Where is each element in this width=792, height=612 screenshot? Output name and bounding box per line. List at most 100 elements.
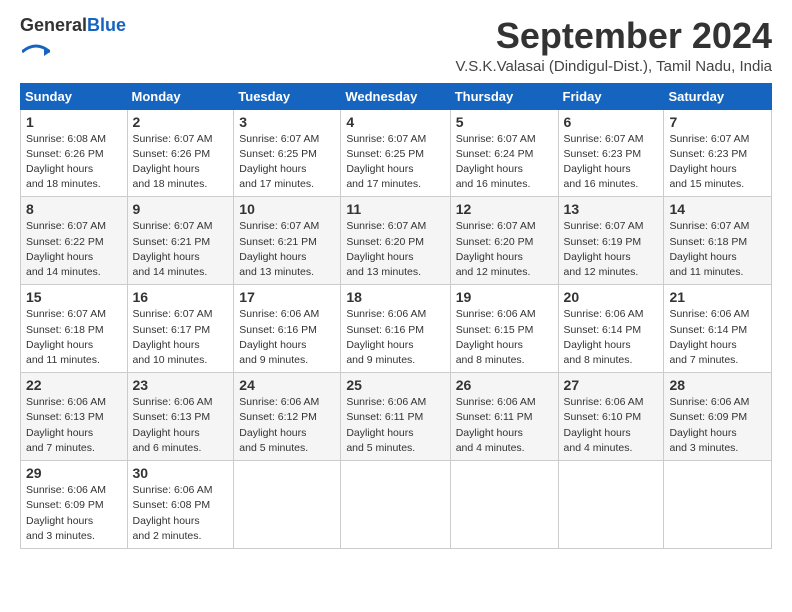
day-cell: 14 Sunrise: 6:07 AM Sunset: 6:18 PM Dayl… [664, 197, 772, 285]
day-cell: 10 Sunrise: 6:07 AM Sunset: 6:21 PM Dayl… [234, 197, 341, 285]
empty-cell [450, 461, 558, 549]
day-info: Sunrise: 6:07 AM Sunset: 6:19 PM Dayligh… [564, 219, 659, 280]
day-number: 28 [669, 377, 766, 393]
day-number: 29 [26, 465, 122, 481]
day-number: 12 [456, 201, 553, 217]
day-cell: 9 Sunrise: 6:07 AM Sunset: 6:21 PM Dayli… [127, 197, 234, 285]
day-cell: 24 Sunrise: 6:06 AM Sunset: 6:12 PM Dayl… [234, 373, 341, 461]
logo-general-text: General [20, 15, 87, 35]
day-info: Sunrise: 6:07 AM Sunset: 6:20 PM Dayligh… [346, 219, 444, 280]
day-cell: 12 Sunrise: 6:07 AM Sunset: 6:20 PM Dayl… [450, 197, 558, 285]
header-saturday: Saturday [664, 83, 772, 109]
day-cell: 5 Sunrise: 6:07 AM Sunset: 6:24 PM Dayli… [450, 109, 558, 197]
day-cell: 27 Sunrise: 6:06 AM Sunset: 6:10 PM Dayl… [558, 373, 664, 461]
day-info: Sunrise: 6:07 AM Sunset: 6:23 PM Dayligh… [564, 132, 659, 193]
day-cell: 21 Sunrise: 6:06 AM Sunset: 6:14 PM Dayl… [664, 285, 772, 373]
day-info: Sunrise: 6:07 AM Sunset: 6:20 PM Dayligh… [456, 219, 553, 280]
empty-cell [341, 461, 450, 549]
day-info: Sunrise: 6:06 AM Sunset: 6:15 PM Dayligh… [456, 307, 553, 368]
day-info: Sunrise: 6:07 AM Sunset: 6:23 PM Dayligh… [669, 132, 766, 193]
day-info: Sunrise: 6:06 AM Sunset: 6:09 PM Dayligh… [26, 483, 122, 544]
day-cell: 2 Sunrise: 6:07 AM Sunset: 6:26 PM Dayli… [127, 109, 234, 197]
day-info: Sunrise: 6:06 AM Sunset: 6:09 PM Dayligh… [669, 395, 766, 456]
day-number: 5 [456, 114, 553, 130]
day-info: Sunrise: 6:07 AM Sunset: 6:17 PM Dayligh… [133, 307, 229, 368]
day-number: 18 [346, 289, 444, 305]
title-block: September 2024 V.S.K.Valasai (Dindigul-D… [455, 16, 772, 75]
day-cell: 30 Sunrise: 6:06 AM Sunset: 6:08 PM Dayl… [127, 461, 234, 549]
day-info: Sunrise: 6:07 AM Sunset: 6:26 PM Dayligh… [133, 132, 229, 193]
day-cell: 23 Sunrise: 6:06 AM Sunset: 6:13 PM Dayl… [127, 373, 234, 461]
day-number: 13 [564, 201, 659, 217]
day-number: 11 [346, 201, 444, 217]
logo-blue-text: Blue [87, 15, 126, 35]
day-number: 26 [456, 377, 553, 393]
calendar-week-3: 15 Sunrise: 6:07 AM Sunset: 6:18 PM Dayl… [21, 285, 772, 373]
day-cell: 6 Sunrise: 6:07 AM Sunset: 6:23 PM Dayli… [558, 109, 664, 197]
day-number: 21 [669, 289, 766, 305]
day-number: 16 [133, 289, 229, 305]
day-info: Sunrise: 6:08 AM Sunset: 6:26 PM Dayligh… [26, 132, 122, 193]
day-cell: 22 Sunrise: 6:06 AM Sunset: 6:13 PM Dayl… [21, 373, 128, 461]
day-info: Sunrise: 6:06 AM Sunset: 6:16 PM Dayligh… [346, 307, 444, 368]
header: GeneralBlue September 2024 V.S.K.Valasai… [20, 16, 772, 75]
day-info: Sunrise: 6:06 AM Sunset: 6:10 PM Dayligh… [564, 395, 659, 456]
day-number: 3 [239, 114, 335, 130]
day-cell: 26 Sunrise: 6:06 AM Sunset: 6:11 PM Dayl… [450, 373, 558, 461]
header-friday: Friday [558, 83, 664, 109]
day-cell: 18 Sunrise: 6:06 AM Sunset: 6:16 PM Dayl… [341, 285, 450, 373]
day-number: 8 [26, 201, 122, 217]
calendar-week-5: 29 Sunrise: 6:06 AM Sunset: 6:09 PM Dayl… [21, 461, 772, 549]
day-number: 7 [669, 114, 766, 130]
empty-cell [664, 461, 772, 549]
day-info: Sunrise: 6:07 AM Sunset: 6:18 PM Dayligh… [669, 219, 766, 280]
day-info: Sunrise: 6:07 AM Sunset: 6:21 PM Dayligh… [239, 219, 335, 280]
header-wednesday: Wednesday [341, 83, 450, 109]
day-number: 9 [133, 201, 229, 217]
day-cell: 25 Sunrise: 6:06 AM Sunset: 6:11 PM Dayl… [341, 373, 450, 461]
main-title: September 2024 [455, 16, 772, 56]
day-number: 25 [346, 377, 444, 393]
subtitle: V.S.K.Valasai (Dindigul-Dist.), Tamil Na… [455, 58, 772, 75]
calendar-week-1: 1 Sunrise: 6:08 AM Sunset: 6:26 PM Dayli… [21, 109, 772, 197]
day-info: Sunrise: 6:06 AM Sunset: 6:14 PM Dayligh… [669, 307, 766, 368]
day-cell: 8 Sunrise: 6:07 AM Sunset: 6:22 PM Dayli… [21, 197, 128, 285]
day-info: Sunrise: 6:06 AM Sunset: 6:08 PM Dayligh… [133, 483, 229, 544]
day-cell: 29 Sunrise: 6:06 AM Sunset: 6:09 PM Dayl… [21, 461, 128, 549]
header-thursday: Thursday [450, 83, 558, 109]
day-info: Sunrise: 6:06 AM Sunset: 6:13 PM Dayligh… [133, 395, 229, 456]
day-number: 15 [26, 289, 122, 305]
day-cell: 15 Sunrise: 6:07 AM Sunset: 6:18 PM Dayl… [21, 285, 128, 373]
day-cell: 19 Sunrise: 6:06 AM Sunset: 6:15 PM Dayl… [450, 285, 558, 373]
day-number: 20 [564, 289, 659, 305]
day-info: Sunrise: 6:07 AM Sunset: 6:21 PM Dayligh… [133, 219, 229, 280]
day-number: 17 [239, 289, 335, 305]
empty-cell [558, 461, 664, 549]
day-number: 14 [669, 201, 766, 217]
calendar-week-4: 22 Sunrise: 6:06 AM Sunset: 6:13 PM Dayl… [21, 373, 772, 461]
day-number: 4 [346, 114, 444, 130]
day-info: Sunrise: 6:06 AM Sunset: 6:14 PM Dayligh… [564, 307, 659, 368]
day-number: 6 [564, 114, 659, 130]
header-monday: Monday [127, 83, 234, 109]
day-number: 2 [133, 114, 229, 130]
day-number: 19 [456, 289, 553, 305]
day-number: 30 [133, 465, 229, 481]
logo: GeneralBlue [20, 16, 126, 71]
day-info: Sunrise: 6:07 AM Sunset: 6:18 PM Dayligh… [26, 307, 122, 368]
day-info: Sunrise: 6:07 AM Sunset: 6:22 PM Dayligh… [26, 219, 122, 280]
day-cell: 20 Sunrise: 6:06 AM Sunset: 6:14 PM Dayl… [558, 285, 664, 373]
day-cell: 4 Sunrise: 6:07 AM Sunset: 6:25 PM Dayli… [341, 109, 450, 197]
day-cell: 13 Sunrise: 6:07 AM Sunset: 6:19 PM Dayl… [558, 197, 664, 285]
day-info: Sunrise: 6:06 AM Sunset: 6:11 PM Dayligh… [346, 395, 444, 456]
day-cell: 11 Sunrise: 6:07 AM Sunset: 6:20 PM Dayl… [341, 197, 450, 285]
day-cell: 7 Sunrise: 6:07 AM Sunset: 6:23 PM Dayli… [664, 109, 772, 197]
day-number: 10 [239, 201, 335, 217]
day-info: Sunrise: 6:07 AM Sunset: 6:25 PM Dayligh… [346, 132, 444, 193]
calendar-week-2: 8 Sunrise: 6:07 AM Sunset: 6:22 PM Dayli… [21, 197, 772, 285]
day-info: Sunrise: 6:06 AM Sunset: 6:16 PM Dayligh… [239, 307, 335, 368]
day-number: 22 [26, 377, 122, 393]
empty-cell [234, 461, 341, 549]
day-number: 27 [564, 377, 659, 393]
day-info: Sunrise: 6:06 AM Sunset: 6:11 PM Dayligh… [456, 395, 553, 456]
